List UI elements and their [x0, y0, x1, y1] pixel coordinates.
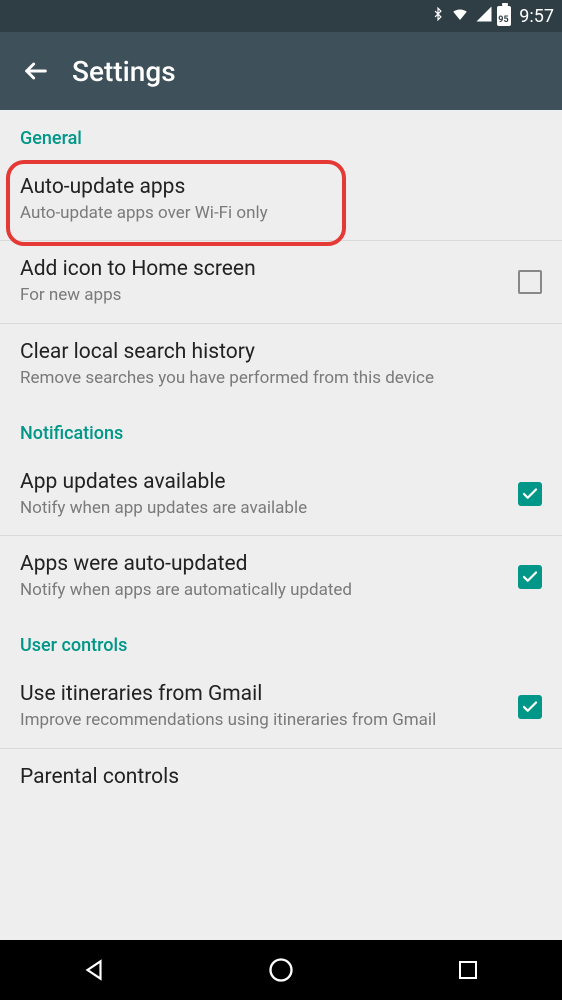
- bluetooth-icon: [431, 4, 445, 28]
- app-bar: Settings: [0, 32, 562, 110]
- item-title: Add icon to Home screen: [20, 257, 502, 281]
- checkbox-checked-icon: [518, 482, 542, 506]
- item-subtitle: Notify when apps are automatically updat…: [20, 580, 502, 601]
- nav-bar: [0, 940, 562, 1000]
- nav-recent-button[interactable]: [428, 946, 508, 994]
- item-subtitle: Remove searches you have performed from …: [20, 368, 542, 389]
- item-title: Auto-update apps: [20, 175, 542, 199]
- item-apps-auto-updated[interactable]: Apps were auto-updated Notify when apps …: [0, 536, 562, 617]
- section-header-general: General: [0, 110, 562, 159]
- item-gmail-itineraries[interactable]: Use itineraries from Gmail Improve recom…: [0, 666, 562, 748]
- checkbox-gmail-itin[interactable]: [518, 695, 542, 719]
- signal-icon: [475, 5, 493, 27]
- clock-time: 9:57: [519, 6, 554, 27]
- checkbox-checked-icon: [518, 695, 542, 719]
- item-title: App updates available: [20, 470, 502, 494]
- page-title: Settings: [72, 55, 176, 88]
- item-title: Parental controls: [20, 765, 542, 789]
- section-header-notifications: Notifications: [0, 405, 562, 454]
- status-bar: 95 9:57: [0, 0, 562, 32]
- checkbox-apps-auto[interactable]: [518, 565, 542, 589]
- item-app-updates-available[interactable]: App updates available Notify when app up…: [0, 454, 562, 536]
- item-title: Apps were auto-updated: [20, 552, 502, 576]
- item-title: Use itineraries from Gmail: [20, 682, 502, 706]
- battery-icon: 95: [497, 6, 511, 26]
- settings-content: General Auto-update apps Auto-update app…: [0, 110, 562, 940]
- item-title: Clear local search history: [20, 340, 542, 364]
- item-subtitle: Auto-update apps over Wi-Fi only: [20, 203, 542, 224]
- phone-frame: 95 9:57 Settings General Auto-update app…: [0, 0, 562, 1000]
- checkbox-add-icon[interactable]: [518, 270, 542, 294]
- battery-pct: 95: [498, 15, 508, 25]
- checkbox-app-updates[interactable]: [518, 482, 542, 506]
- checkbox-unchecked-icon: [518, 270, 542, 294]
- section-header-user-controls: User controls: [0, 617, 562, 666]
- back-button[interactable]: [16, 51, 56, 91]
- nav-back-button[interactable]: [54, 946, 134, 994]
- nav-home-button[interactable]: [241, 946, 321, 994]
- item-auto-update-apps[interactable]: Auto-update apps Auto-update apps over W…: [0, 159, 562, 241]
- checkbox-checked-icon: [518, 565, 542, 589]
- item-parental-controls[interactable]: Parental controls: [0, 749, 562, 797]
- item-subtitle: For new apps: [20, 285, 502, 306]
- item-subtitle: Improve recommendations using itinerarie…: [20, 710, 502, 731]
- wifi-icon: [449, 5, 471, 27]
- item-add-icon-home[interactable]: Add icon to Home screen For new apps: [0, 241, 562, 323]
- item-clear-search-history[interactable]: Clear local search history Remove search…: [0, 324, 562, 405]
- item-subtitle: Notify when app updates are available: [20, 498, 502, 519]
